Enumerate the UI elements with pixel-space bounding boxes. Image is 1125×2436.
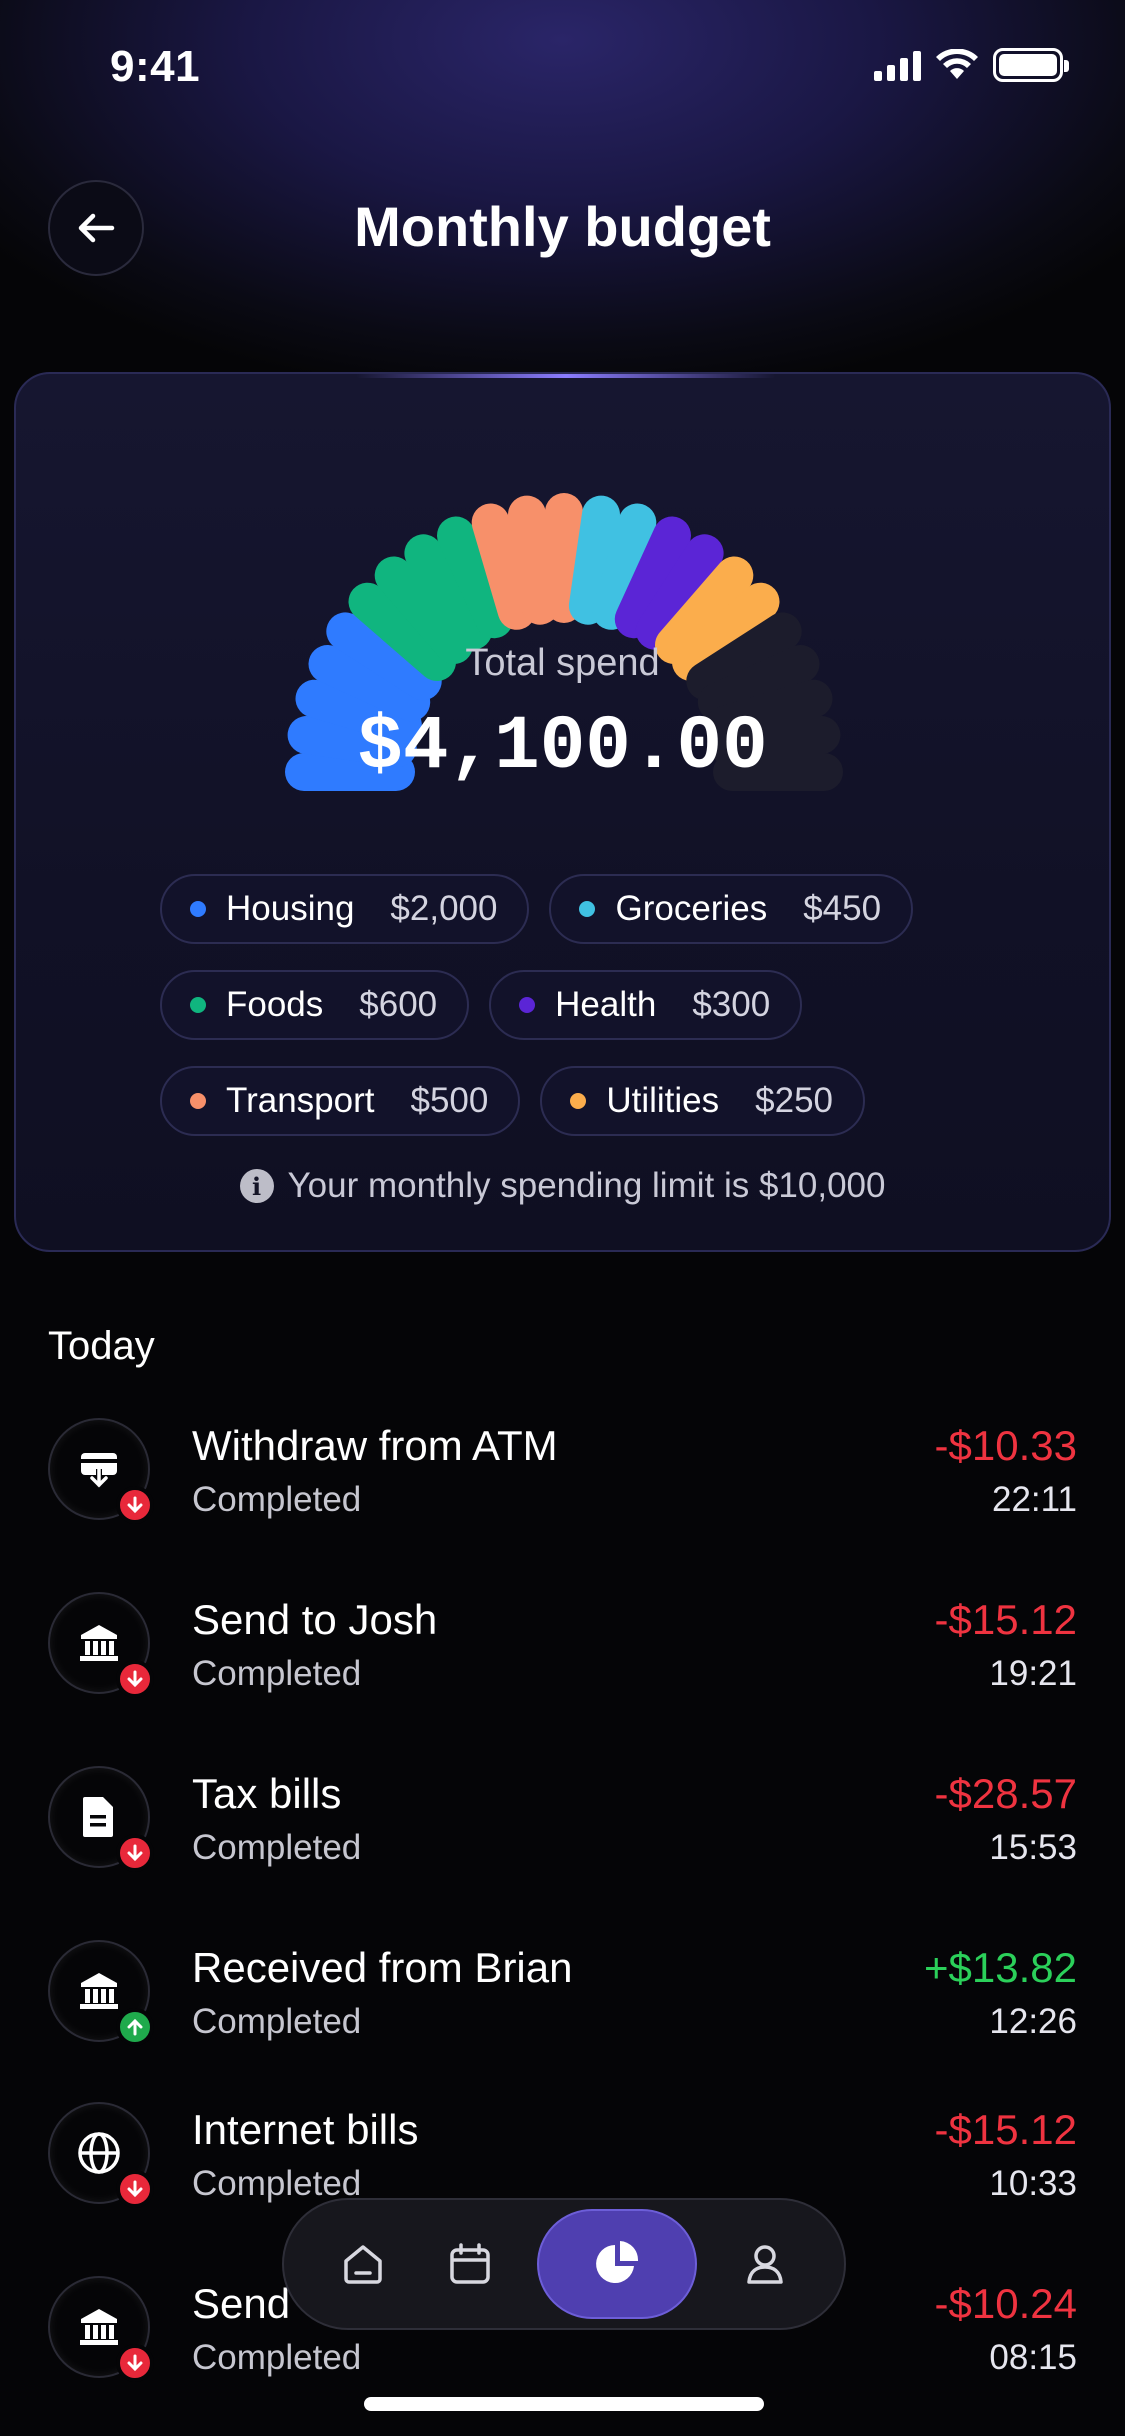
transaction-row[interactable]: Tax bills Completed -$28.57 15:53 [0,1758,1125,1932]
chip-groceries[interactable]: Groceries $450 [549,874,914,944]
transaction-amount: -$28.57 [934,1770,1077,1817]
foods-dot [190,997,206,1013]
outgoing-arrow-icon [116,2344,154,2382]
transaction-name: Tax bills [192,1770,342,1817]
chip-label: Groceries [615,889,768,928]
chip-transport[interactable]: Transport $500 [160,1066,521,1136]
cellular-signal-icon [874,49,921,81]
outgoing-arrow-icon [116,1660,154,1698]
chip-amount: $250 [755,1081,834,1120]
transaction-name: Send [192,2280,291,2327]
nav-calendar[interactable] [431,2225,509,2303]
transaction-row[interactable]: Received from Brian Completed +$13.82 12… [0,1932,1125,2094]
chip-label: Health [555,985,657,1024]
outgoing-arrow-icon [116,2170,154,2208]
transaction-status: Completed [192,1654,362,1693]
transaction-amount: -$10.24 [934,2280,1077,2327]
outgoing-arrow-icon [116,1486,154,1524]
section-title-today: Today [48,1324,155,1368]
category-legend: Housing $2,000 Groceries $450 Foods $600… [160,874,980,1162]
total-spend-label: Total spend [465,642,660,684]
transaction-status: Completed [192,1828,362,1867]
transaction-time: 22:11 [992,1480,1077,1519]
chip-label: Utilities [606,1081,720,1120]
chip-housing[interactable]: Housing $2,000 [160,874,530,944]
nav-home[interactable] [324,2225,402,2303]
status-icons [874,48,1069,82]
transaction-status: Completed [192,1480,362,1519]
chip-label: Housing [226,889,355,928]
total-spend-value: $4,100.00 [357,704,768,790]
page-title: Monthly budget [354,195,771,258]
nav-profile[interactable] [726,2225,804,2303]
pie-chart-icon [596,2241,639,2283]
transaction-name: Withdraw from ATM [192,1422,558,1469]
chip-label: Transport [226,1081,375,1120]
calendar-icon [449,2243,490,2284]
status-time: 9:41 [110,42,201,91]
transaction-amount: -$15.12 [934,2106,1077,2153]
transaction-amount: +$13.82 [924,1944,1077,1991]
chip-utilities[interactable]: Utilities $250 [540,1066,866,1136]
info-icon: i [239,1169,274,1203]
gauge-segment-transport [508,495,560,625]
transaction-time: 15:53 [989,1828,1077,1867]
transaction-time: 19:21 [989,1654,1077,1693]
spending-limit-text: Your monthly spending limit is $10,000 [287,1166,886,1205]
chip-amount: $500 [410,1081,489,1120]
chip-amount: $2,000 [390,889,498,928]
chip-foods[interactable]: Foods $600 [160,970,470,1040]
chip-label: Foods [226,985,324,1024]
transaction-time: 12:26 [989,2002,1077,2041]
health-dot [519,997,536,1013]
transaction-amount: -$10.33 [934,1422,1077,1469]
transport-dot [190,1093,206,1109]
battery-icon [993,48,1069,82]
transaction-name: Received from Brian [192,1944,573,1991]
profile-icon [747,2245,783,2284]
outgoing-arrow-icon [116,1834,154,1872]
transaction-name: Internet bills [192,2106,419,2153]
bottom-navigation [282,2198,846,2330]
status-bar: 9:41 [0,0,1125,140]
transaction-status: Completed [192,2338,362,2377]
wifi-icon [936,49,978,79]
housing-dot [190,901,206,917]
transaction-status: Completed [192,2002,362,2041]
transaction-amount: -$15.12 [934,1596,1077,1643]
spending-limit-note: i Your monthly spending limit is $10,000 [16,1166,1109,1206]
transaction-row[interactable]: Send to Josh Completed -$15.12 19:21 [0,1584,1125,1758]
chip-amount: $450 [803,889,882,928]
incoming-arrow-icon [116,2008,154,2046]
home-indicator [364,2397,764,2411]
chip-amount: $600 [359,985,438,1024]
groceries-dot [579,901,596,917]
chip-amount: $300 [692,985,771,1024]
nav-budget[interactable] [537,2209,698,2319]
transaction-row[interactable]: Withdraw from ATM Completed -$10.33 22:1… [0,1410,1125,1584]
budget-card: Total spend $4,100.00 Housing $2,000 Gro… [14,372,1111,1252]
transaction-time: 08:15 [989,2338,1077,2377]
transaction-name: Send to Josh [192,1596,438,1643]
home-icon [344,2245,382,2284]
utilities-dot [570,1093,587,1109]
transaction-time: 10:33 [989,2164,1077,2203]
chip-health[interactable]: Health $300 [489,970,803,1040]
